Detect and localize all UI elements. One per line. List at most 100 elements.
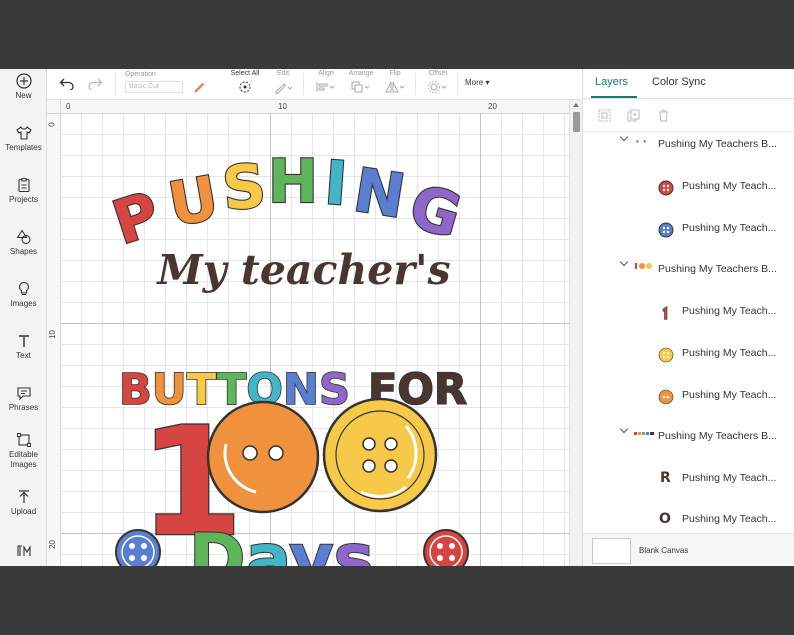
100-thumbnail-icon [635,263,652,269]
sidebar-item-label: Upload [10,507,37,516]
more-button[interactable]: More ▾ [465,78,489,87]
letter-a: a [245,520,289,566]
yellow-button-graphic[interactable] [322,397,438,513]
design-canvas[interactable]: P U S H I N G My teacher's BUTTONS FOR 1 [61,114,569,566]
layer-name: Pushing My Teach... [682,389,777,401]
blank-canvas-label: Blank Canvas [639,546,689,555]
sidebar-item-label: Shapes [9,247,38,256]
blank-canvas-row[interactable]: Blank Canvas [583,533,794,566]
layer-name: Pushing My Teachers B... [658,138,777,150]
more-label: More [465,78,484,87]
layer-row[interactable]: Pushing My Teach... [583,291,794,333]
offset-button[interactable]: Offset [423,69,453,96]
letter-u[interactable]: U [162,162,224,242]
layer-group-row[interactable]: Pushing My Teachers B... [583,416,794,458]
layer-row[interactable]: R Pushing My Teach... [583,458,794,500]
scroll-up-icon[interactable] [573,103,579,107]
layers-panel: Layers Color Sync • • Pushing My Teacher… [582,69,794,566]
letter-s[interactable]: S [218,150,269,226]
pen-color-icon[interactable] [193,81,205,93]
letter-y: y [289,520,333,566]
sidebar-item-projects[interactable]: Projects [0,177,47,205]
monogram-icon [16,545,31,556]
chevron-down-icon[interactable] [619,257,629,267]
ruler-left-label: 20 [47,540,57,549]
sidebar-item-shapes[interactable]: Shapes [0,229,47,257]
tab-color-sync[interactable]: Color Sync [652,76,706,88]
sidebar-item-text[interactable]: Text [0,333,47,361]
layer-row[interactable]: Pushing My Teach... [583,208,794,250]
orange-button-graphic[interactable] [206,400,320,514]
chevron-down-icon[interactable] [619,132,629,142]
sidebar-item-templates[interactable]: Templates [0,125,47,153]
letter-i[interactable]: I [321,147,350,221]
undo-icon[interactable] [59,78,75,90]
flip-label: Flip [389,70,401,77]
upload-arrow-icon [18,490,29,503]
arrange-button[interactable]: Arrange [343,69,379,96]
sidebar-item-label: New [15,91,32,100]
panel-tabs: Layers Color Sync [583,69,794,99]
layer-name: Pushing My Teach... [682,472,777,484]
ruler-top-label: 0 [66,102,71,111]
tab-layers[interactable]: Layers [595,76,628,88]
letter-n[interactable]: N [348,154,411,233]
chevron-down-icon[interactable] [619,424,629,434]
layer-row[interactable]: Pushing My Teach... [583,375,794,417]
operation-control[interactable]: Operation Basic Cut [125,70,197,93]
sidebar-item-label: Templates [5,143,42,152]
scroll-thumb[interactable] [573,112,580,132]
shirt-icon [15,126,32,140]
canvas-scrollbar[interactable] [569,100,582,566]
top-toolbar: Operation Basic Cut Select All Edit Alig… [47,69,582,100]
letter-s3: s [334,520,374,566]
pencil-icon [275,83,293,94]
operation-select[interactable]: Basic Cut [125,81,183,93]
select-all-button[interactable]: Select All [223,69,267,96]
align-button[interactable]: Align [311,69,341,96]
layer-name: Pushing My Teach... [682,180,777,192]
offset-label: Offset [428,70,448,77]
design-artwork[interactable]: P U S H I N G My teacher's BUTTONS FOR 1 [61,114,569,566]
design-space-app: New Templates Projects Shapes Images Tex… [0,69,794,566]
delete-icon[interactable] [657,109,670,122]
number-1-icon [662,305,668,320]
redo-icon[interactable] [87,78,103,90]
purple-button-graphic[interactable] [115,529,161,566]
purple-button-icon [658,222,674,238]
letter-o-icon: O [659,511,671,527]
letter-h[interactable]: H [267,146,319,218]
layer-name: Pushing My Teachers B... [658,430,777,442]
layer-row[interactable]: Pushing My Teach... [583,333,794,375]
group-icon[interactable] [598,109,611,122]
sidebar-item-new[interactable]: New [0,73,47,101]
flip-button[interactable]: Flip [383,69,407,96]
sidebar-item-upload[interactable]: Upload [0,489,47,517]
sidebar-item-label: Text [16,351,31,360]
dots-thumbnail-icon: • • [636,137,647,146]
letter-g[interactable]: G [401,170,470,253]
sidebar-item-images[interactable]: Images [0,281,47,309]
blank-canvas-swatch[interactable] [592,538,631,564]
sidebar-item-monogram[interactable] [0,543,47,561]
red-button-graphic[interactable] [423,529,469,566]
caret-down-icon: ▾ [483,78,490,87]
layer-name: Pushing My Teach... [682,305,777,317]
letter-s2: S [319,365,350,415]
layer-name: Pushing My Teach... [682,347,777,359]
layer-group-row[interactable]: • • Pushing My Teachers B... [583,124,794,166]
subtitle-text[interactable]: My teacher's [155,246,450,294]
days-word[interactable]: Days [188,519,375,566]
letter-r-icon: R [660,470,671,486]
editable-images-icon [16,433,31,447]
duplicate-icon[interactable] [627,109,640,122]
edit-button[interactable]: Edit [271,69,295,96]
layer-group-row[interactable]: Pushing My Teachers B... [583,249,794,291]
arrange-label: Arrange [348,70,374,77]
layer-row[interactable]: Pushing My Teach... [583,166,794,208]
sidebar-item-label-2: Images [10,460,37,469]
sidebar-item-editable-images[interactable]: Editable Images [0,432,47,470]
layer-name: Pushing My Teach... [682,222,777,234]
sidebar-item-phrases[interactable]: Phrases [0,385,47,413]
text-thumbnail-icon [634,432,654,435]
